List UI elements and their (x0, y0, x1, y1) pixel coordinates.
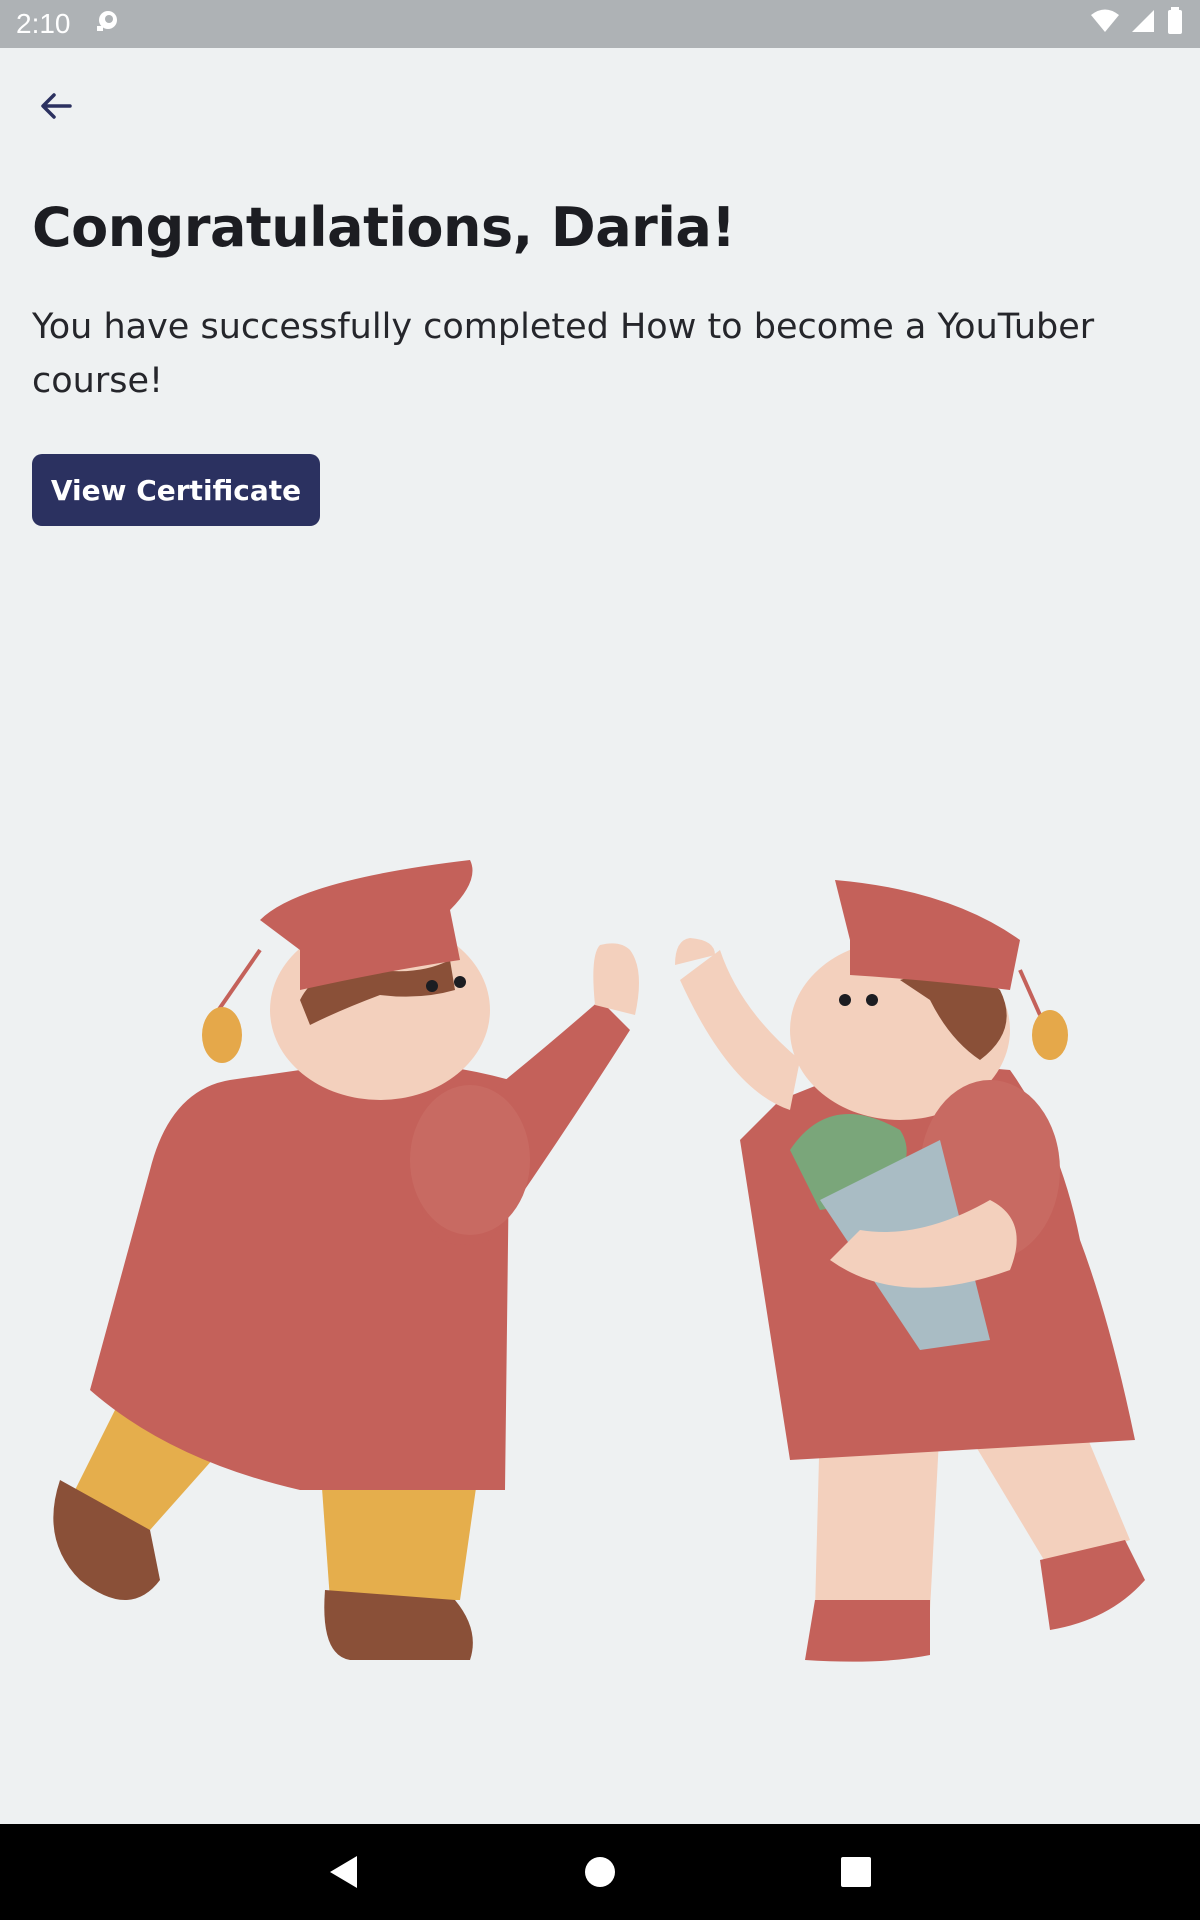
home-circle-icon (585, 1857, 615, 1887)
view-certificate-button[interactable]: View Certificate (32, 454, 320, 526)
page-title: Congratulations, Daria! (32, 196, 736, 259)
nav-home-button[interactable] (576, 1848, 624, 1896)
completion-message: You have successfully completed How to b… (32, 307, 1095, 401)
left-graduate-figure (53, 860, 639, 1660)
right-graduate-figure (675, 880, 1145, 1662)
battery-icon (1166, 6, 1184, 42)
signal-icon (1130, 8, 1156, 41)
back-triangle-icon (330, 1856, 357, 1888)
notification-icon (93, 7, 121, 42)
status-bar: 2:10 (0, 0, 1200, 48)
nav-recents-button[interactable] (832, 1848, 880, 1896)
wifi-icon (1090, 8, 1120, 41)
back-button[interactable] (28, 78, 84, 134)
status-left: 2:10 (16, 7, 121, 42)
nav-back-button[interactable] (320, 1848, 368, 1896)
status-time: 2:10 (16, 8, 71, 39)
system-nav-bar (0, 1824, 1200, 1920)
status-right (1090, 6, 1184, 42)
recents-square-icon (841, 1857, 871, 1887)
back-arrow-icon (41, 93, 72, 119)
graduates-high-five-illustration (0, 840, 1200, 1680)
